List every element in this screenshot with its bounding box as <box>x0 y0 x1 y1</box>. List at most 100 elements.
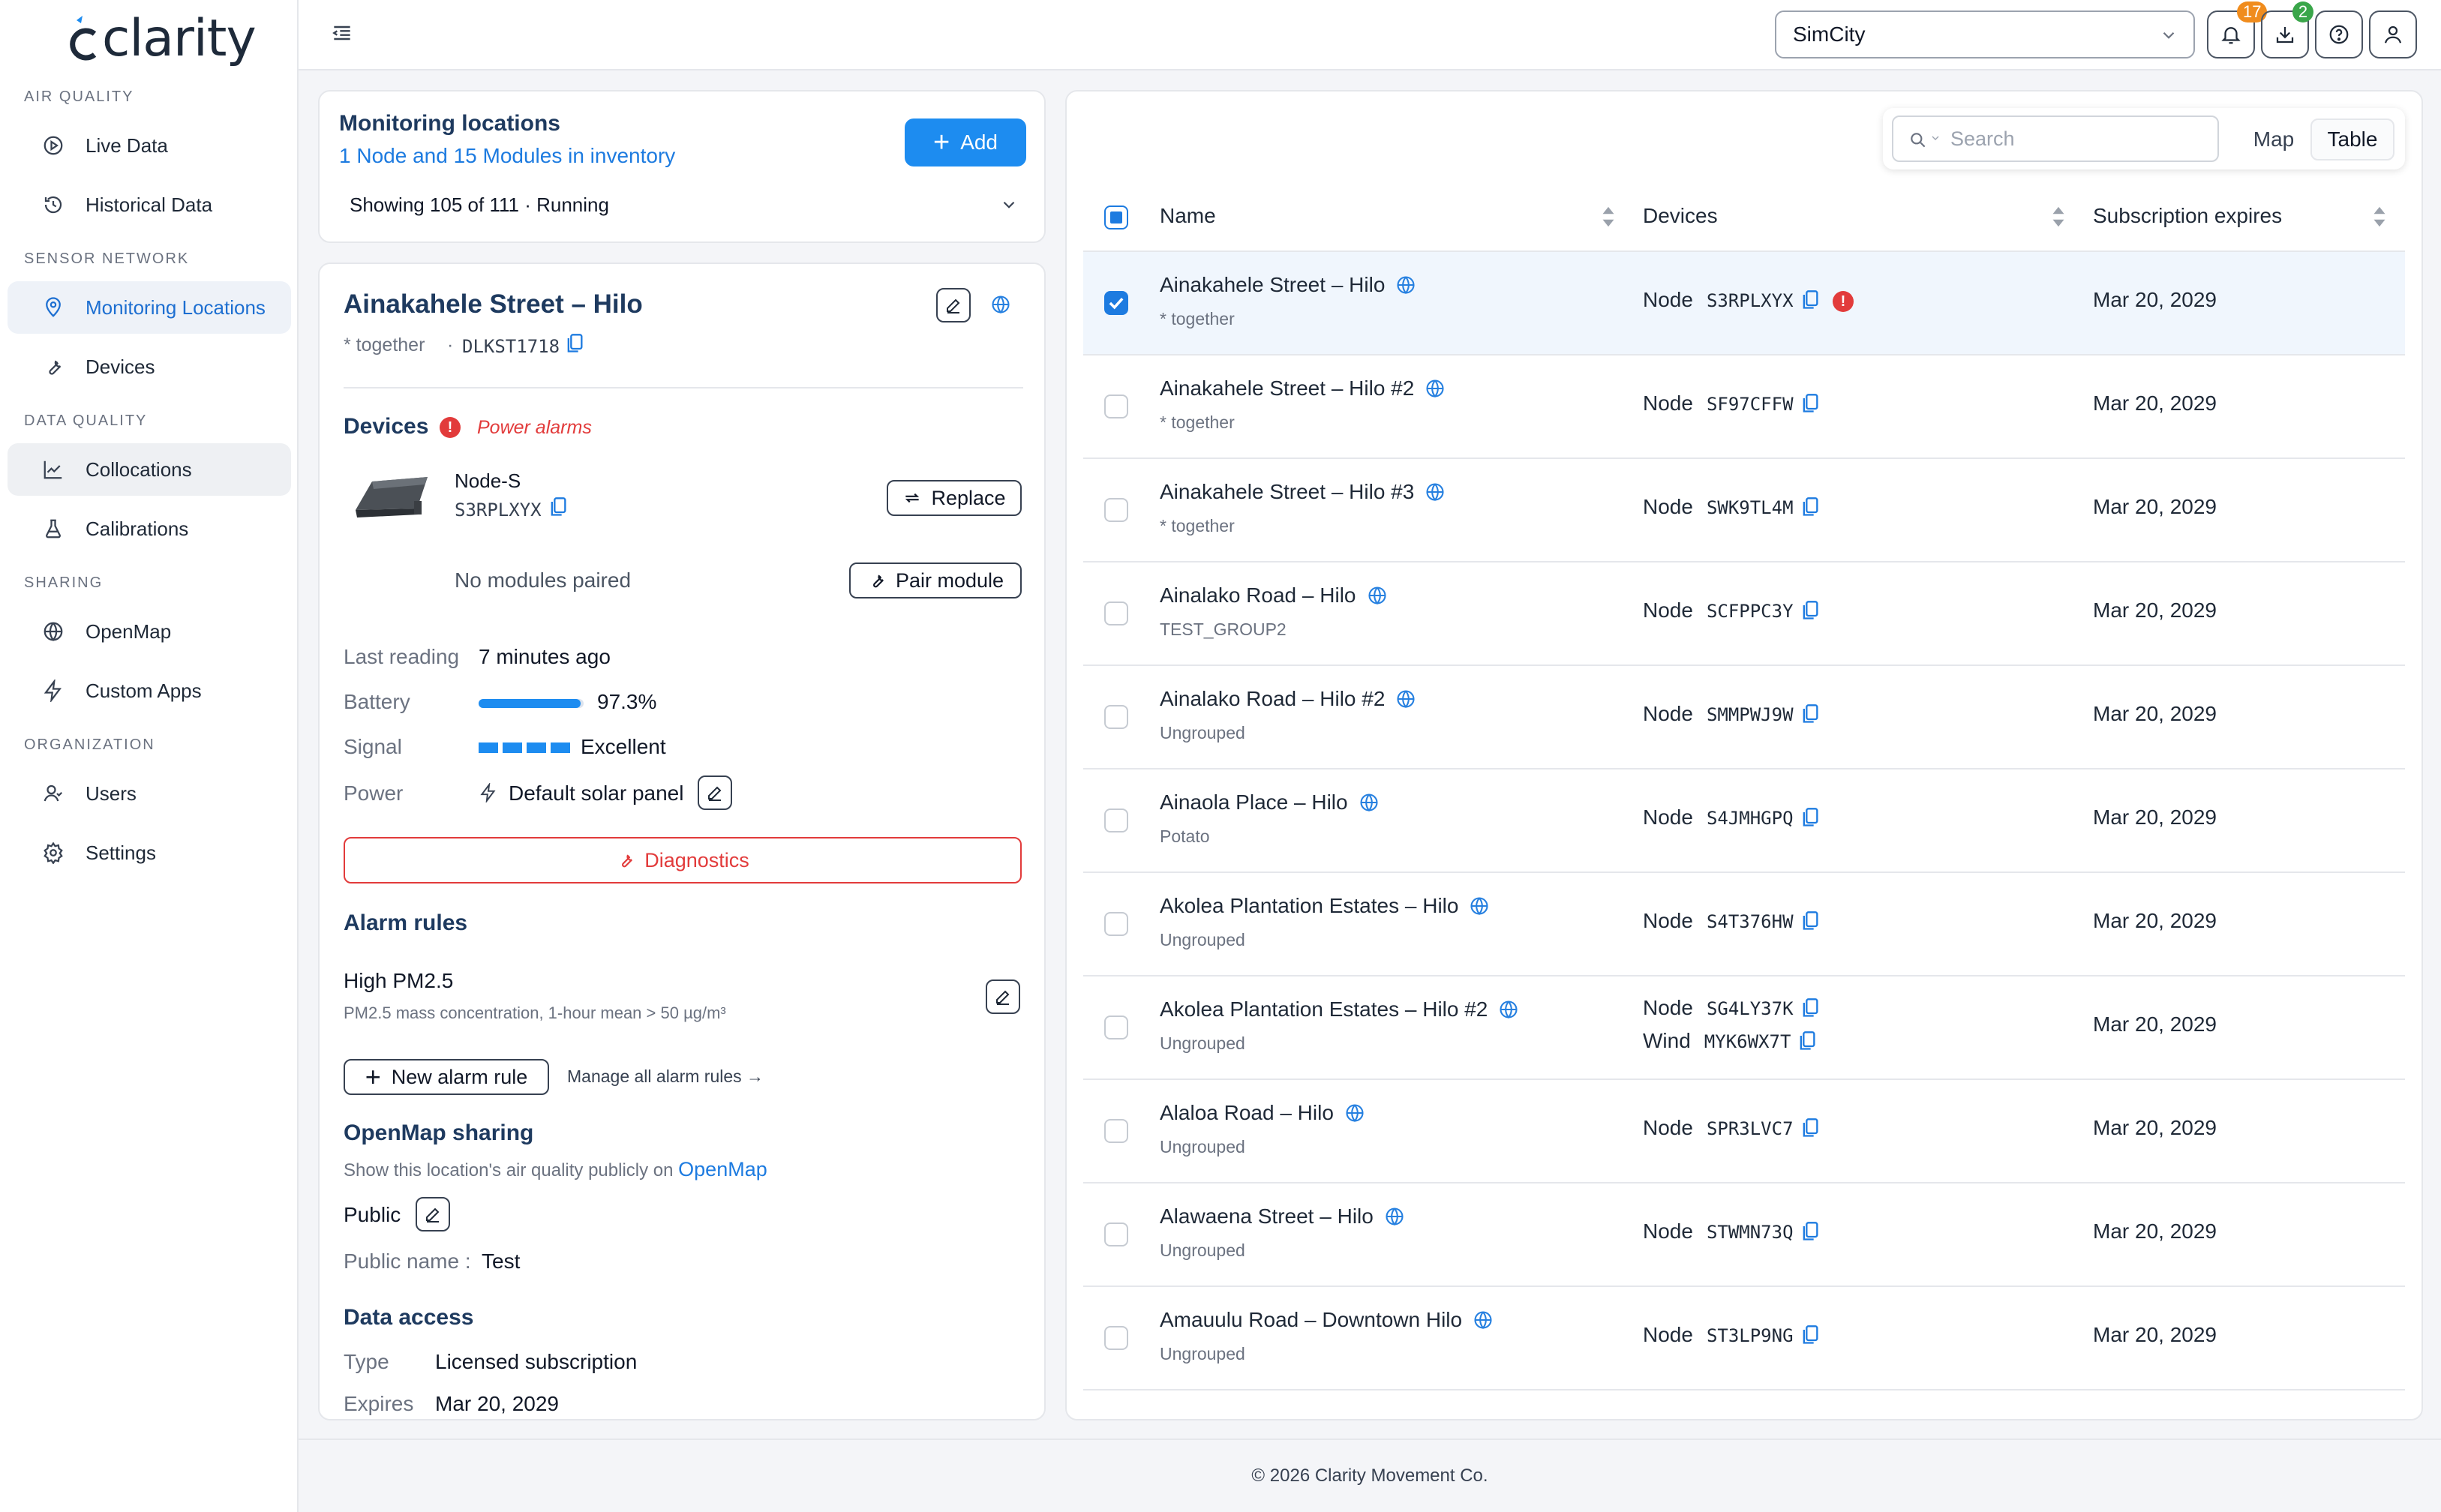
globe-icon <box>990 294 1011 315</box>
copy-icon[interactable] <box>1801 910 1819 932</box>
replace-device-button[interactable]: Replace <box>887 480 1022 516</box>
row-location-name[interactable]: Amauulu Road – Downtown Hilo <box>1160 1308 1462 1332</box>
sidebar-item-custom-apps[interactable]: Custom Apps <box>8 664 291 717</box>
row-location-name[interactable]: Alaloa Road – Hilo <box>1160 1101 1334 1125</box>
sidebar-item-label: Users <box>86 782 137 805</box>
row-checkbox[interactable] <box>1104 1119 1128 1143</box>
select-all-checkbox[interactable] <box>1104 206 1128 230</box>
sidebar-item-settings[interactable]: Settings <box>8 826 291 879</box>
table-row[interactable]: Akolea Plantation Estates – Hilo #2 Ungro… <box>1083 976 2405 1080</box>
clarity-logo[interactable]: clarity <box>65 9 257 69</box>
row-checkbox[interactable] <box>1104 498 1128 522</box>
table-row[interactable]: Ainalako Road – Hilo #2 Ungrouped Node SMMP… <box>1083 666 2405 770</box>
sidebar-item-monitoring-locations[interactable]: Monitoring Locations <box>8 281 291 334</box>
column-header-subscription[interactable]: Subscription expires <box>2093 204 2282 228</box>
copy-icon[interactable] <box>1801 1221 1819 1242</box>
copy-icon[interactable] <box>1798 1030 1816 1052</box>
sidebar-item-users[interactable]: Users <box>8 767 291 820</box>
copy-icon[interactable] <box>1801 704 1819 724</box>
row-device: Node S4T376HW <box>1643 909 1794 933</box>
row-device: Node SPR3LVC7 <box>1643 1116 1794 1140</box>
flask-icon <box>42 518 65 540</box>
row-location-name[interactable]: Ainaola Place – Hilo <box>1160 790 1348 814</box>
openmap-link[interactable]: OpenMap <box>678 1158 767 1180</box>
row-location-name[interactable]: Ainalako Road – Hilo <box>1160 584 1356 608</box>
copy-icon[interactable] <box>566 333 584 354</box>
logo-mark-icon <box>70 16 97 61</box>
row-checkbox[interactable] <box>1104 394 1128 418</box>
table-row[interactable]: Alaloa Road – Hilo Ungrouped Node SPR3LVC7 M… <box>1083 1080 2405 1184</box>
edit-location-button[interactable] <box>936 288 971 322</box>
user-menu-button[interactable] <box>2369 10 2417 58</box>
sidebar-item-openmap[interactable]: OpenMap <box>8 605 291 658</box>
row-location-name[interactable]: Alawaena Street – Hilo <box>1160 1204 1374 1228</box>
copy-icon[interactable] <box>549 496 567 518</box>
row-checkbox[interactable] <box>1104 1222 1128 1246</box>
copy-icon[interactable] <box>1801 496 1819 518</box>
sort-icon[interactable] <box>2051 206 2066 228</box>
collapse-sidebar-button[interactable] <box>330 21 354 45</box>
edit-public-button[interactable] <box>416 1197 450 1232</box>
view-toggle-table[interactable]: Table <box>2310 118 2394 160</box>
copy-icon[interactable] <box>1801 1324 1819 1346</box>
row-location-name[interactable]: Akolea Plantation Estates – Hilo #2 <box>1160 998 1488 1022</box>
row-checkbox[interactable] <box>1104 602 1128 626</box>
help-button[interactable] <box>2315 10 2363 58</box>
table-row[interactable]: Alawaena Street – Hilo Ungrouped Node STWMN… <box>1083 1184 2405 1287</box>
table-row[interactable]: Ainakahele Street – Hilo #2 * together Nod… <box>1083 356 2405 459</box>
table-row[interactable]: Amauulu Road – Downtown Hilo Ungrouped Nod… <box>1083 1287 2405 1390</box>
copy-icon[interactable] <box>1801 600 1819 621</box>
row-location-name[interactable]: Ainakahele Street – Hilo #3 <box>1160 480 1414 504</box>
edit-alarm-rule-button[interactable] <box>986 980 1020 1014</box>
new-alarm-rule-button[interactable]: + New alarm rule <box>344 1059 549 1095</box>
add-location-button[interactable]: + Add <box>905 118 1026 166</box>
copy-icon[interactable] <box>1801 1118 1819 1138</box>
row-location-name[interactable]: Ainakahele Street – Hilo #2 <box>1160 376 1414 400</box>
row-checkbox[interactable] <box>1104 808 1128 832</box>
table-row[interactable]: Ainalako Road – Hilo TEST_GROUP2 Node SCFPP… <box>1083 562 2405 666</box>
user-icon <box>2382 23 2404 46</box>
row-checkbox[interactable] <box>1104 912 1128 936</box>
location-detail-card: Ainakahele Street – Hilo * together · DL… <box>318 262 1046 1420</box>
row-location-name[interactable]: Ainakahele Street – Hilo <box>1160 273 1385 297</box>
filter-expand-button[interactable] <box>999 195 1019 214</box>
copy-icon[interactable] <box>1801 290 1819 310</box>
power-alarms-text: Power alarms <box>477 417 592 438</box>
table-row[interactable]: Akolea Plantation Estates – Hilo Ungroupe… <box>1083 873 2405 976</box>
notifications-button[interactable]: 17 <box>2207 2 2268 58</box>
showing-filter-text: Showing 105 of 111 · Running <box>350 194 609 216</box>
column-header-devices[interactable]: Devices <box>1643 204 1718 228</box>
copy-icon[interactable] <box>1801 807 1819 828</box>
sidebar-item-collocations[interactable]: Collocations <box>8 443 291 496</box>
sidebar-item-devices[interactable]: Devices <box>8 340 291 393</box>
openmap-description-text: Show this location's air quality publicl… <box>344 1160 674 1180</box>
table-row[interactable]: Ainaola Place – Hilo Potato Node S4JMHGPQ Ma… <box>1083 770 2405 873</box>
sidebar-item-live-data[interactable]: Live Data <box>8 119 291 172</box>
row-checkbox[interactable] <box>1104 705 1128 729</box>
view-toggle-map[interactable]: Map <box>2240 122 2307 158</box>
table-row[interactable]: Ainakahele Street – Hilo #3 * together Nod… <box>1083 459 2405 562</box>
organization-select[interactable]: SimCity <box>1775 10 2195 58</box>
search-scope-chevron-icon[interactable] <box>1929 132 1941 144</box>
search-input[interactable]: Search <box>1892 116 2219 162</box>
row-location-name[interactable]: Akolea Plantation Estates – Hilo <box>1160 894 1458 918</box>
pair-module-button[interactable]: Pair module <box>849 562 1022 598</box>
manage-alarm-rules-link[interactable]: Manage all alarm rules → <box>567 1066 764 1087</box>
copy-icon[interactable] <box>1801 998 1819 1018</box>
sort-icon[interactable] <box>2372 206 2387 228</box>
row-checkbox[interactable] <box>1104 1016 1128 1040</box>
row-checkbox[interactable] <box>1104 291 1128 315</box>
column-header-name[interactable]: Name <box>1160 204 1216 228</box>
diagnostics-button[interactable]: Diagnostics <box>344 837 1022 884</box>
sort-icon[interactable] <box>1601 206 1616 228</box>
edit-power-button[interactable] <box>698 776 732 810</box>
table-row[interactable]: Ainakahele Street – Hilo * together Node S3… <box>1083 252 2405 356</box>
sidebar-item-calibrations[interactable]: Calibrations <box>8 502 291 555</box>
downloads-button[interactable]: 2 <box>2261 2 2313 58</box>
copy-icon[interactable] <box>1801 393 1819 414</box>
row-checkbox[interactable] <box>1104 1326 1128 1350</box>
row-location-name[interactable]: Ainalako Road – Hilo #2 <box>1160 687 1385 711</box>
inventory-link[interactable]: 1 Node and 15 Modules in inventory <box>339 144 675 168</box>
sidebar-item-historical-data[interactable]: Historical Data <box>8 178 291 231</box>
openmap-heading: OpenMap sharing <box>344 1120 534 1145</box>
